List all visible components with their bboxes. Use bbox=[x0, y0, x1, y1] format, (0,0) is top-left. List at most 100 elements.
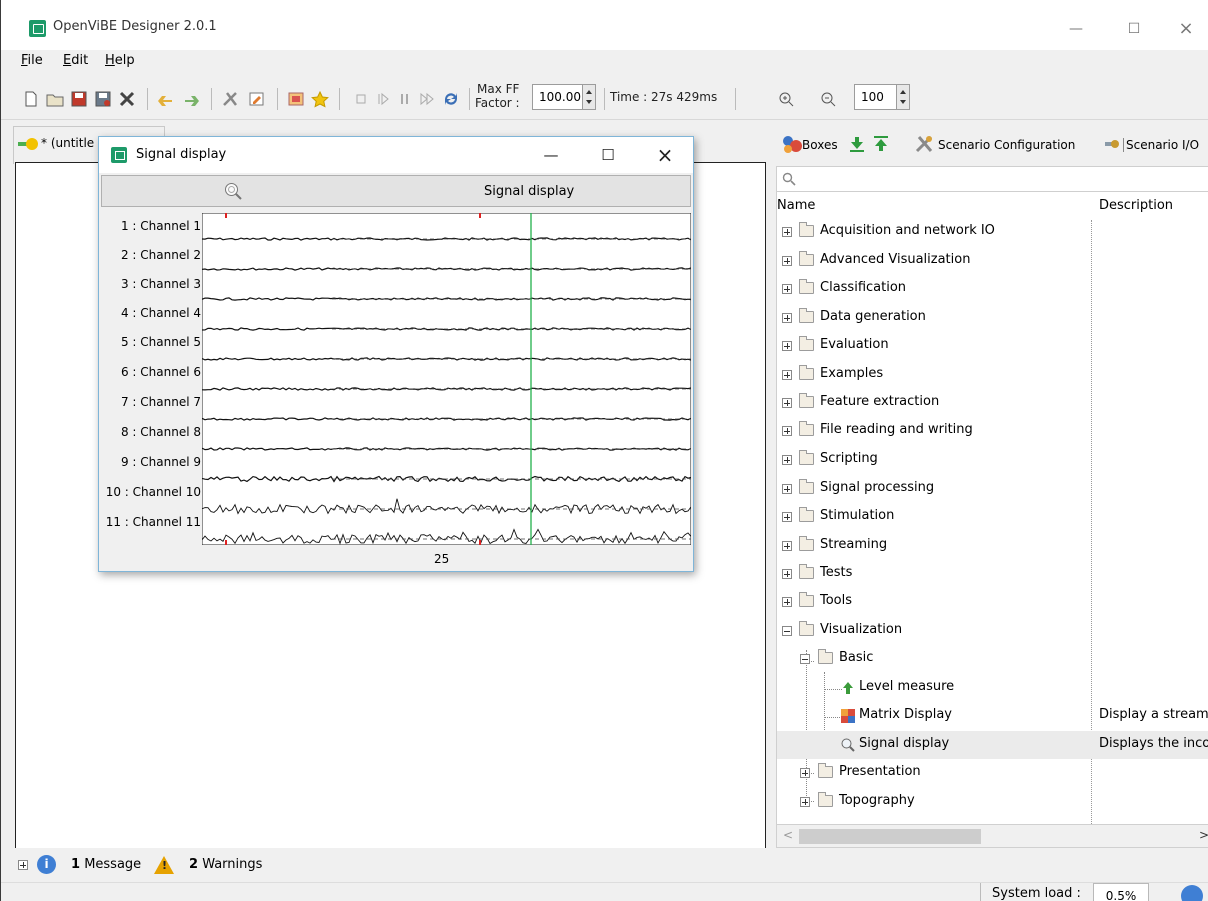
signal-display-window[interactable]: Signal display — ☐ × Signal display 1 : … bbox=[98, 136, 694, 572]
expand-icon[interactable] bbox=[800, 797, 810, 807]
expand-icon[interactable] bbox=[782, 341, 792, 351]
column-name[interactable]: Name bbox=[777, 198, 815, 213]
expand-icon[interactable] bbox=[782, 512, 792, 522]
zoom-icon[interactable] bbox=[223, 181, 243, 201]
tree-category-acquisition[interactable]: Acquisition and network IO bbox=[777, 218, 1208, 246]
expand-icon[interactable] bbox=[782, 398, 792, 408]
close-scenario-icon[interactable] bbox=[117, 90, 137, 108]
tree-category-feature-extraction[interactable]: Feature extraction bbox=[777, 389, 1208, 417]
channel-label: 5 : Channel 5 bbox=[120, 335, 201, 349]
tree-horizontal-scrollbar[interactable]: < > bbox=[776, 824, 1208, 848]
zoom-level-input[interactable]: 100 bbox=[854, 84, 910, 110]
tree-category-signal-processing[interactable]: Signal processing bbox=[777, 475, 1208, 503]
folder-icon bbox=[818, 792, 833, 807]
maximize-button[interactable]: ☐ bbox=[1119, 16, 1149, 42]
expand-messages-icon[interactable] bbox=[18, 860, 28, 870]
tree-category-file-reading[interactable]: File reading and writing bbox=[777, 417, 1208, 445]
scenario-plug-icon bbox=[18, 138, 38, 150]
edit-comment-icon[interactable] bbox=[247, 90, 267, 108]
expand-icon[interactable] bbox=[782, 569, 792, 579]
open-folder-icon[interactable] bbox=[45, 90, 65, 108]
expand-icon[interactable] bbox=[782, 370, 792, 380]
scrollbar-thumb[interactable] bbox=[799, 829, 981, 844]
collapse-all-icon[interactable] bbox=[872, 135, 890, 153]
signal-display-toolbar-label: Signal display bbox=[484, 184, 575, 199]
scroll-left-arrow-icon[interactable]: < bbox=[783, 828, 793, 842]
signal-display-titlebar[interactable]: Signal display — ☐ × bbox=[99, 137, 693, 173]
expand-icon[interactable] bbox=[782, 426, 792, 436]
tree-category-data-generation[interactable]: Data generation bbox=[777, 304, 1208, 332]
tree-category-advanced-visualization[interactable]: Advanced Visualization bbox=[777, 247, 1208, 275]
tree-category-topography[interactable]: Topography bbox=[777, 788, 1208, 816]
signal-plot[interactable] bbox=[202, 213, 691, 545]
tab-scenario-configuration[interactable]: Scenario Configuration bbox=[938, 138, 1075, 152]
max-ff-spin-button[interactable] bbox=[582, 84, 596, 110]
tree-category-presentation[interactable]: Presentation bbox=[777, 759, 1208, 787]
signal-maximize-button[interactable]: ☐ bbox=[594, 143, 622, 167]
new-file-icon[interactable] bbox=[21, 90, 41, 108]
max-ff-factor-input[interactable]: 100.00 bbox=[532, 84, 596, 110]
scroll-right-arrow-icon[interactable]: > bbox=[1199, 828, 1208, 842]
signal-display-window-icon bbox=[111, 147, 127, 163]
tree-category-tools[interactable]: Tools bbox=[777, 588, 1208, 616]
tab-boxes[interactable]: Boxes bbox=[802, 138, 838, 152]
pause-icon[interactable] bbox=[395, 90, 415, 108]
menu-edit[interactable]: Edit bbox=[63, 53, 88, 68]
expand-icon[interactable] bbox=[782, 313, 792, 323]
save-icon[interactable] bbox=[69, 90, 89, 108]
messages-summary[interactable]: 1 Message bbox=[71, 857, 141, 872]
collapse-icon[interactable] bbox=[800, 654, 810, 664]
window-manager-icon[interactable] bbox=[286, 90, 306, 108]
stop-icon[interactable] bbox=[351, 90, 371, 108]
collapse-icon[interactable] bbox=[782, 626, 792, 636]
tree-category-basic[interactable]: Basic bbox=[777, 645, 1208, 673]
menu-help[interactable]: Help bbox=[105, 53, 135, 68]
refresh-icon[interactable] bbox=[441, 90, 461, 108]
tree-category-streaming[interactable]: Streaming bbox=[777, 532, 1208, 560]
warnings-summary[interactable]: 2 Warnings bbox=[189, 857, 262, 872]
expand-icon[interactable] bbox=[782, 256, 792, 266]
save-as-icon[interactable] bbox=[93, 90, 113, 108]
menu-bar: File Edit Help bbox=[1, 50, 1208, 74]
zoom-in-icon[interactable] bbox=[777, 90, 797, 108]
undo-icon[interactable] bbox=[156, 90, 176, 108]
fast-forward-icon[interactable] bbox=[417, 90, 437, 108]
tree-box-matrix-display[interactable]: Matrix Display Display a streame bbox=[777, 702, 1208, 730]
expand-icon[interactable] bbox=[782, 227, 792, 237]
expand-icon[interactable] bbox=[782, 597, 792, 607]
tree-category-evaluation[interactable]: Evaluation bbox=[777, 332, 1208, 360]
tree-category-scripting[interactable]: Scripting bbox=[777, 446, 1208, 474]
tree-category-examples[interactable]: Examples bbox=[777, 361, 1208, 389]
signal-minimize-button[interactable]: — bbox=[537, 143, 565, 167]
tree-category-stimulation[interactable]: Stimulation bbox=[777, 503, 1208, 531]
tree-category-tests[interactable]: Tests bbox=[777, 560, 1208, 588]
zoom-out-icon[interactable] bbox=[819, 90, 839, 108]
box-search-input[interactable] bbox=[776, 166, 1208, 192]
expand-icon[interactable] bbox=[782, 484, 792, 494]
minimize-button[interactable]: — bbox=[1061, 16, 1091, 42]
tree-box-level-measure[interactable]: Level measure bbox=[777, 674, 1208, 702]
column-description[interactable]: Description bbox=[1099, 198, 1173, 213]
step-icon[interactable] bbox=[373, 90, 393, 108]
tree-box-signal-display[interactable]: Signal display Displays the inco bbox=[777, 731, 1208, 759]
redo-icon[interactable] bbox=[181, 90, 201, 108]
tree-category-visualization[interactable]: Visualization bbox=[777, 617, 1208, 645]
max-ff-label-line1: Max FF bbox=[477, 82, 520, 96]
close-button[interactable]: × bbox=[1171, 16, 1201, 42]
folder-icon bbox=[799, 421, 814, 436]
tools-icon[interactable] bbox=[221, 90, 241, 108]
expand-icon[interactable] bbox=[782, 284, 792, 294]
expand-all-icon[interactable] bbox=[848, 135, 866, 153]
tab-scenario-io[interactable]: Scenario I/O bbox=[1123, 138, 1199, 152]
expand-icon[interactable] bbox=[782, 455, 792, 465]
expand-icon[interactable] bbox=[800, 768, 810, 778]
signal-close-button[interactable]: × bbox=[651, 143, 679, 167]
system-info-icon[interactable] bbox=[1181, 885, 1203, 901]
favorite-star-icon[interactable] bbox=[310, 90, 330, 108]
menu-file[interactable]: File bbox=[21, 53, 43, 68]
channel-label: 10 : Channel 10 bbox=[105, 485, 201, 499]
folder-icon bbox=[799, 507, 814, 522]
tree-category-classification[interactable]: Classification bbox=[777, 275, 1208, 303]
expand-icon[interactable] bbox=[782, 541, 792, 551]
zoom-spin-button[interactable] bbox=[896, 84, 910, 110]
